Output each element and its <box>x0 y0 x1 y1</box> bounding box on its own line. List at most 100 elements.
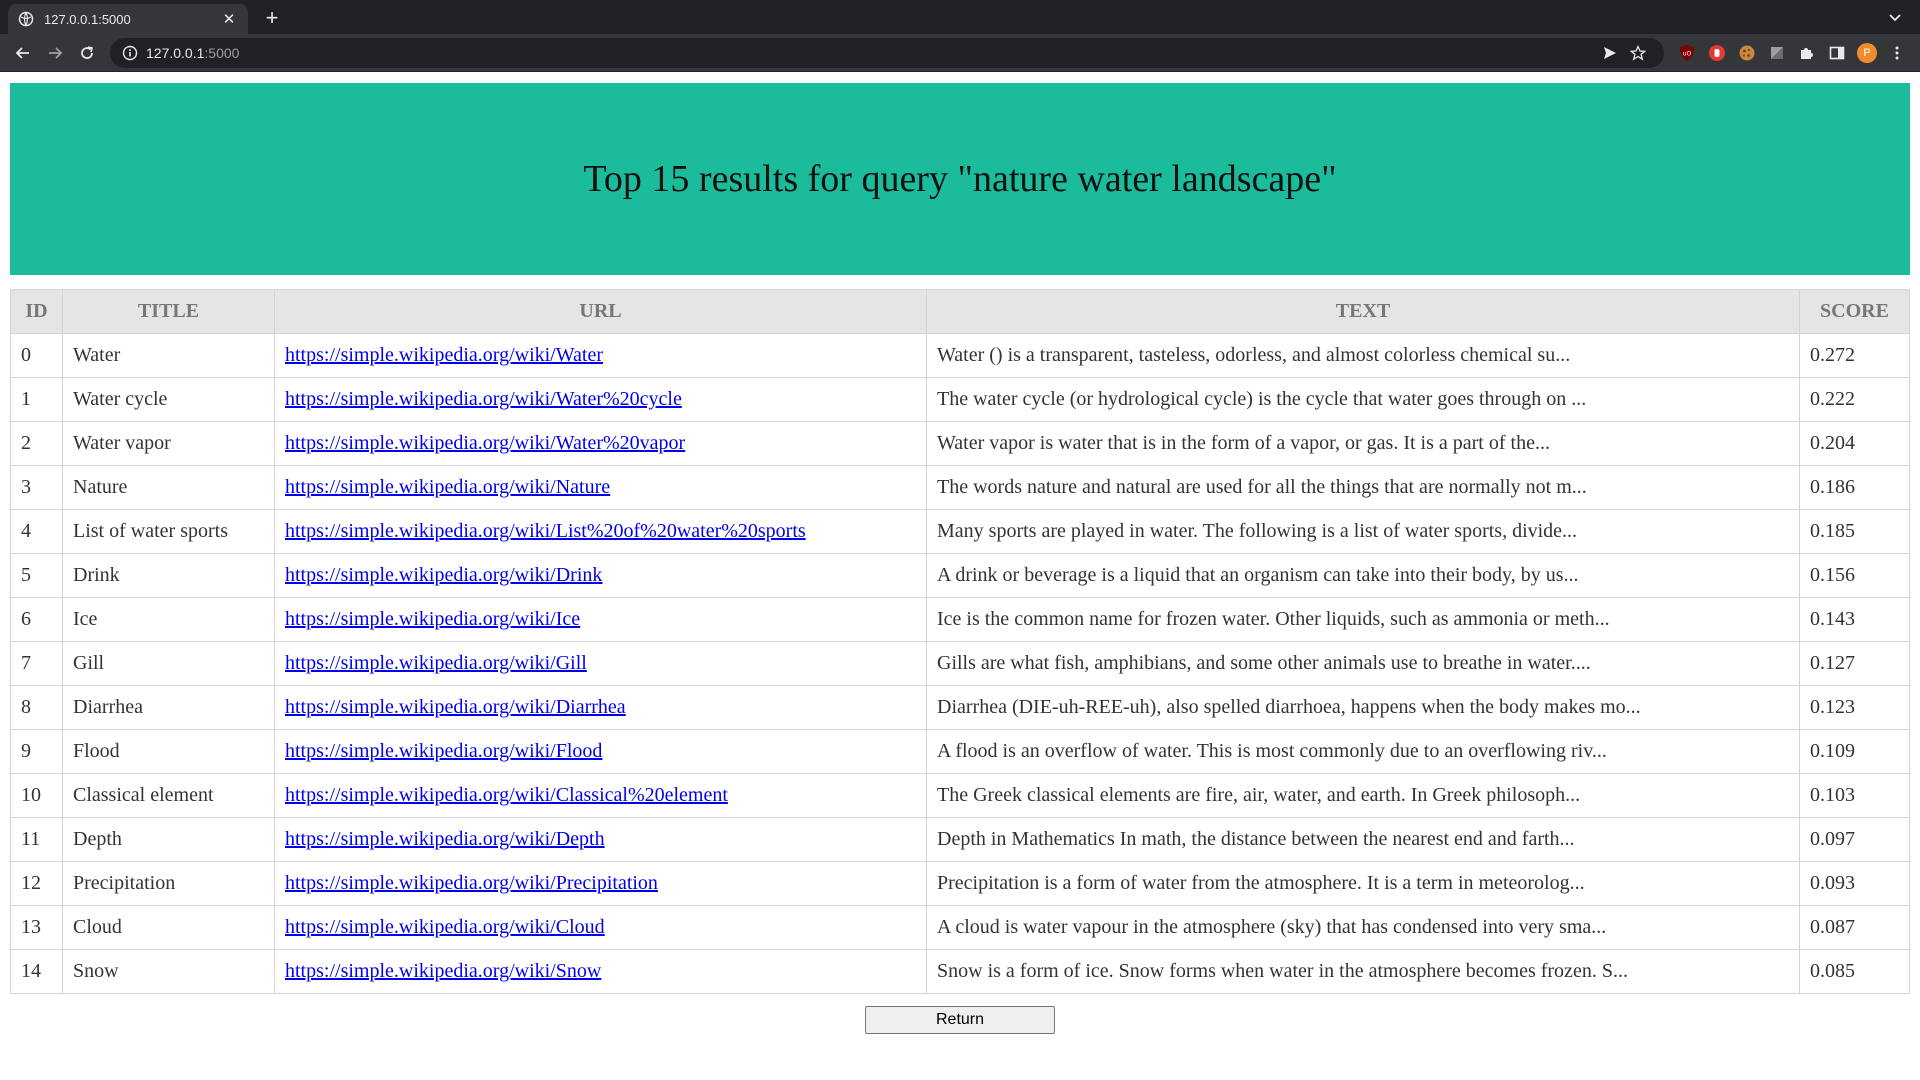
text-cell: Precipitation is a form of water from th… <box>926 861 1800 906</box>
score-cell: 0.109 <box>1799 729 1910 774</box>
column-header-id: ID <box>10 289 63 334</box>
result-link[interactable]: https://simple.wikipedia.org/wiki/Ice <box>285 608 580 630</box>
text-cell: A flood is an overflow of water. This is… <box>926 729 1800 774</box>
url-cell: https://simple.wikipedia.org/wiki/Depth <box>274 817 927 862</box>
result-link[interactable]: https://simple.wikipedia.org/wiki/Flood <box>285 740 602 762</box>
title-cell: Precipitation <box>62 861 275 906</box>
send-icon[interactable] <box>1596 39 1624 67</box>
title-cell: Drink <box>62 553 275 598</box>
url-cell: https://simple.wikipedia.org/wiki/Ice <box>274 597 927 642</box>
text-cell: Snow is a form of ice. Snow forms when w… <box>926 949 1800 994</box>
id-cell: 8 <box>10 685 63 730</box>
table-row: 8 Diarrhea https://simple.wikipedia.org/wi… <box>10 685 1910 730</box>
score-cell: 0.186 <box>1799 465 1910 510</box>
url-cell: https://simple.wikipedia.org/wiki/Diarrh… <box>274 685 927 730</box>
url-cell: https://simple.wikipedia.org/wiki/Snow <box>274 949 927 994</box>
title-cell: Gill <box>62 641 275 686</box>
text-cell: The words nature and natural are used fo… <box>926 465 1800 510</box>
text-cell: Gills are what fish, amphibians, and som… <box>926 641 1800 686</box>
text-cell: A drink or beverage is a liquid that an … <box>926 553 1800 598</box>
new-tab-button[interactable]: + <box>258 4 286 32</box>
table-row: 3 Nature https://simple.wikipedia.org/wiki… <box>10 465 1910 510</box>
title-cell: Diarrhea <box>62 685 275 730</box>
forward-button[interactable] <box>40 38 70 68</box>
side-panel-icon[interactable] <box>1822 38 1852 68</box>
close-tab-icon[interactable]: ✕ <box>220 10 238 28</box>
browser-toolbar: 127.0.0.1:5000 uO P <box>0 34 1920 72</box>
id-cell: 6 <box>10 597 63 642</box>
table-row: 11 Depth https://simple.wikipedia.org/wiki… <box>10 817 1910 862</box>
square-extension-icon[interactable] <box>1762 38 1792 68</box>
result-link[interactable]: https://simple.wikipedia.org/wiki/Snow <box>285 960 601 982</box>
avatar: P <box>1857 42 1877 63</box>
text-cell: Many sports are played in water. The fol… <box>926 509 1800 554</box>
id-cell: 0 <box>10 333 63 378</box>
page-title: Top 15 results for query "nature water l… <box>583 158 1337 200</box>
id-cell: 14 <box>10 949 63 994</box>
result-link[interactable]: https://simple.wikipedia.org/wiki/Nature <box>285 476 610 498</box>
title-cell: Ice <box>62 597 275 642</box>
svg-text:uO: uO <box>1683 50 1692 57</box>
tab-strip: 127.0.0.1:5000 ✕ + <box>0 0 1920 34</box>
url-cell: https://simple.wikipedia.org/wiki/Water%… <box>274 377 927 422</box>
table-row: 2 Water vapor https://simple.wikipedia.org… <box>10 421 1910 466</box>
table-row: 9 Flood https://simple.wikipedia.org/wiki/… <box>10 729 1910 774</box>
result-link[interactable]: https://simple.wikipedia.org/wiki/Precip… <box>285 872 658 894</box>
back-button[interactable] <box>8 38 38 68</box>
return-button[interactable]: Return <box>865 1006 1055 1034</box>
reload-button[interactable] <box>72 38 102 68</box>
column-header-score: SCORE <box>1799 289 1910 334</box>
result-link[interactable]: https://simple.wikipedia.org/wiki/Depth <box>285 828 605 850</box>
result-link[interactable]: https://simple.wikipedia.org/wiki/Drink <box>285 564 602 586</box>
result-link[interactable]: https://simple.wikipedia.org/wiki/Cloud <box>285 916 605 938</box>
table-row: 13 Cloud https://simple.wikipedia.org/wiki… <box>10 905 1910 950</box>
table-row: 0 Water https://simple.wikipedia.org/wiki/… <box>10 333 1910 378</box>
result-link[interactable]: https://simple.wikipedia.org/wiki/List%2… <box>285 520 806 542</box>
result-link[interactable]: https://simple.wikipedia.org/wiki/Gill <box>285 652 587 674</box>
score-cell: 0.222 <box>1799 377 1910 422</box>
column-header-text: TEXT <box>926 289 1800 334</box>
title-cell: Flood <box>62 729 275 774</box>
chevron-down-icon[interactable] <box>1884 6 1906 28</box>
results-table: ID TITLE URL TEXT SCORE 0 Water https://si… <box>10 289 1910 994</box>
result-link[interactable]: https://simple.wikipedia.org/wiki/Water%… <box>285 432 685 454</box>
id-cell: 13 <box>10 905 63 950</box>
score-cell: 0.087 <box>1799 905 1910 950</box>
id-cell: 5 <box>10 553 63 598</box>
browser-tab[interactable]: 127.0.0.1:5000 ✕ <box>8 4 248 34</box>
url-cell: https://simple.wikipedia.org/wiki/List%2… <box>274 509 927 554</box>
address-bar[interactable]: 127.0.0.1:5000 <box>110 37 1664 68</box>
text-cell: Depth in Mathematics In math, the distan… <box>926 817 1800 862</box>
score-cell: 0.272 <box>1799 333 1910 378</box>
url-host: 127.0.0.1 <box>146 44 205 61</box>
result-link[interactable]: https://simple.wikipedia.org/wiki/Diarrh… <box>285 696 626 718</box>
arrow-left-icon <box>15 46 29 59</box>
score-cell: 0.204 <box>1799 421 1910 466</box>
text-cell: Ice is the common name for frozen water.… <box>926 597 1800 642</box>
text-cell: Water () is a transparent, tasteless, od… <box>926 333 1800 378</box>
cookie-extension-icon[interactable] <box>1732 38 1762 68</box>
url-cell: https://simple.wikipedia.org/wiki/Precip… <box>274 861 927 906</box>
hand-extension-icon[interactable] <box>1702 38 1732 68</box>
bookmark-star-icon[interactable] <box>1624 39 1652 67</box>
browser-menu-icon[interactable] <box>1882 38 1912 68</box>
ublock-extension-icon[interactable]: uO <box>1672 38 1702 68</box>
result-link[interactable]: https://simple.wikipedia.org/wiki/Classi… <box>285 784 728 806</box>
score-cell: 0.097 <box>1799 817 1910 862</box>
url-cell: https://simple.wikipedia.org/wiki/Classi… <box>274 773 927 818</box>
title-cell: Snow <box>62 949 275 994</box>
table-row: 1 Water cycle https://simple.wikipedia.org… <box>10 377 1910 422</box>
table-row: 6 Ice https://simple.wikipedia.org/wiki/Ic… <box>10 597 1910 642</box>
puzzle-extensions-icon[interactable] <box>1792 38 1822 68</box>
info-icon[interactable] <box>122 45 138 61</box>
result-link[interactable]: https://simple.wikipedia.org/wiki/Water <box>285 344 603 366</box>
id-cell: 1 <box>10 377 63 422</box>
profile-avatar[interactable]: P <box>1852 38 1882 68</box>
result-link[interactable]: https://simple.wikipedia.org/wiki/Water%… <box>285 388 682 410</box>
url-cell: https://simple.wikipedia.org/wiki/Water <box>274 333 927 378</box>
table-row: 14 Snow https://simple.wikipedia.org/wiki/… <box>10 949 1910 994</box>
title-cell: Cloud <box>62 905 275 950</box>
id-cell: 12 <box>10 861 63 906</box>
table-row: 4 List of water sports https://simple.wiki… <box>10 509 1910 554</box>
title-cell: Water vapor <box>62 421 275 466</box>
